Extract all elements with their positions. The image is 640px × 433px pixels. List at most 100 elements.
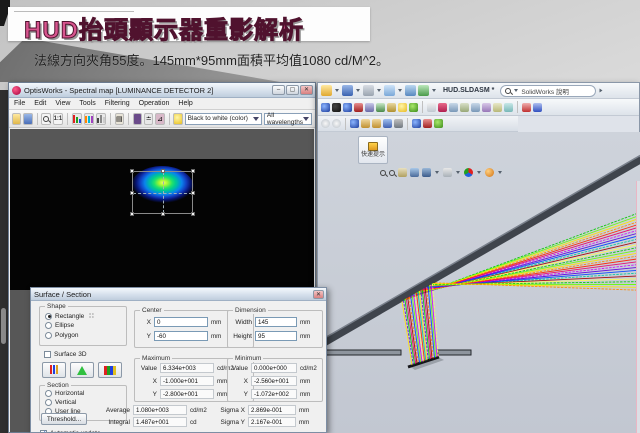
- radio-rectangle[interactable]: [45, 313, 52, 320]
- wavelength-select[interactable]: All wavelengths: [264, 113, 312, 125]
- table-icon[interactable]: [394, 119, 403, 128]
- pattern-icon[interactable]: [460, 103, 469, 112]
- clipboard-icon[interactable]: ▤: [115, 113, 124, 125]
- show-hide-icon[interactable]: [493, 103, 502, 112]
- move-shape-icon[interactable]: ∷: [89, 312, 93, 320]
- resize-handle[interactable]: [130, 191, 134, 195]
- display-style-icon[interactable]: [443, 168, 452, 177]
- view-orientation-ball-icon[interactable]: [464, 168, 473, 177]
- select-icon[interactable]: [405, 85, 416, 96]
- radio-ellipse[interactable]: [45, 322, 52, 329]
- open-icon[interactable]: [321, 85, 332, 96]
- menu-operation[interactable]: Operation: [139, 100, 170, 107]
- spectral-map-canvas[interactable]: [10, 159, 314, 290]
- relations-icon[interactable]: [423, 119, 432, 128]
- save-icon[interactable]: [23, 113, 32, 125]
- search-input[interactable]: SolidWorks 說明: [500, 85, 596, 97]
- print-icon[interactable]: [363, 85, 374, 96]
- maximize-icon[interactable]: ▢: [286, 85, 299, 95]
- appearance-sphere-icon[interactable]: [485, 168, 494, 177]
- rebuild-icon[interactable]: [418, 85, 429, 96]
- optis-mesh-icon[interactable]: [376, 103, 385, 112]
- eraser-icon[interactable]: [372, 119, 381, 128]
- resize-handle[interactable]: [130, 212, 134, 216]
- close-icon[interactable]: ✕: [313, 290, 324, 299]
- exploded-view-icon[interactable]: [504, 103, 513, 112]
- optis-simulation-icon[interactable]: [354, 103, 363, 112]
- quick-tips-button[interactable]: 快速提示: [358, 136, 388, 164]
- undo-icon[interactable]: [384, 85, 395, 96]
- menu-edit[interactable]: Edit: [34, 100, 46, 107]
- smart-fastener-icon[interactable]: [471, 103, 480, 112]
- optis-detector-icon[interactable]: [332, 103, 341, 112]
- assembly-tool-icon[interactable]: [427, 103, 436, 112]
- palette-mode-select[interactable]: Black to white (color): [185, 113, 262, 125]
- filter-dark-icon[interactable]: [133, 113, 142, 125]
- save-icon[interactable]: [342, 85, 353, 96]
- radio-polygon[interactable]: [45, 332, 52, 339]
- lightbulb-icon[interactable]: [173, 113, 182, 125]
- resize-handle[interactable]: [130, 169, 134, 173]
- resize-handle[interactable]: [191, 169, 195, 173]
- rgb-bars-button[interactable]: [42, 362, 66, 378]
- resize-handle[interactable]: [161, 169, 165, 173]
- threshold-button[interactable]: Threshold...: [41, 413, 87, 425]
- optis-tool-icon[interactable]: [321, 103, 330, 112]
- sketch-icon[interactable]: [350, 119, 359, 128]
- radio-vertical[interactable]: [45, 399, 52, 406]
- open-icon[interactable]: [12, 113, 21, 125]
- mate-icon[interactable]: [438, 103, 447, 112]
- filter-gamma-icon[interactable]: ⊿: [155, 113, 164, 125]
- color-scale-icon[interactable]: [96, 113, 106, 125]
- view-orientation-icon[interactable]: [321, 119, 330, 128]
- optis-source-icon[interactable]: [343, 103, 352, 112]
- zoom-fit-icon[interactable]: [380, 170, 386, 176]
- lightbulb-icon[interactable]: [398, 103, 407, 112]
- measure-icon[interactable]: [533, 103, 542, 112]
- center-y-input[interactable]: -60: [154, 331, 208, 341]
- render-icon[interactable]: [409, 103, 418, 112]
- dimension-height-input[interactable]: 95: [255, 331, 297, 341]
- solidworks-graphics-area[interactable]: 快速提示: [318, 132, 640, 433]
- cie-triangle-button[interactable]: [70, 362, 94, 378]
- menu-tools[interactable]: Tools: [79, 100, 95, 107]
- previous-view-icon[interactable]: [332, 119, 341, 128]
- color-grid-button[interactable]: [98, 362, 122, 378]
- close-icon[interactable]: ✕: [300, 85, 313, 95]
- move-component-icon[interactable]: [482, 103, 491, 112]
- resize-handle[interactable]: [191, 191, 195, 195]
- center-x-input[interactable]: 0: [154, 317, 208, 327]
- menu-filtering[interactable]: Filtering: [105, 100, 130, 107]
- interference-icon[interactable]: [522, 103, 531, 112]
- radio-horizontal[interactable]: [45, 390, 52, 397]
- menu-file[interactable]: File: [14, 100, 25, 107]
- color-map-icon[interactable]: [84, 113, 94, 125]
- pencil-icon[interactable]: [361, 119, 370, 128]
- scrollbar-thumb[interactable]: [1, 308, 6, 344]
- toolbar-overflow-icon[interactable]: [600, 89, 603, 93]
- optis-map-icon[interactable]: [365, 103, 374, 112]
- color-triangle-icon[interactable]: [72, 113, 82, 125]
- dimension-icon[interactable]: [412, 119, 421, 128]
- component-icon[interactable]: [449, 103, 458, 112]
- magic-wand-icon[interactable]: [398, 168, 407, 177]
- dimension-width-input[interactable]: 145: [255, 317, 297, 327]
- slide-left-scrollbar[interactable]: [0, 90, 8, 433]
- section-view-icon[interactable]: [410, 168, 419, 177]
- dialog-titlebar[interactable]: Surface / Section ✕: [31, 288, 326, 301]
- zoom-area-icon[interactable]: [389, 170, 395, 176]
- menu-help[interactable]: Help: [178, 100, 192, 107]
- view-cube-icon[interactable]: [422, 168, 431, 177]
- zoom-1-1-icon[interactable]: 1:1: [53, 113, 64, 125]
- optis-material-icon[interactable]: [387, 103, 396, 112]
- measurement-rectangle[interactable]: [132, 171, 193, 214]
- globe-icon[interactable]: [434, 119, 443, 128]
- minimize-icon[interactable]: –: [272, 85, 285, 95]
- filter-level-icon[interactable]: ≐: [144, 113, 153, 125]
- surface-3d-checkbox[interactable]: [44, 351, 51, 358]
- optisworks-titlebar[interactable]: OptisWorks - Spectral map [LUMINANCE DET…: [9, 83, 315, 98]
- menu-view[interactable]: View: [55, 100, 70, 107]
- resize-handle[interactable]: [161, 212, 165, 216]
- grid-icon[interactable]: [383, 119, 392, 128]
- resize-handle[interactable]: [191, 212, 195, 216]
